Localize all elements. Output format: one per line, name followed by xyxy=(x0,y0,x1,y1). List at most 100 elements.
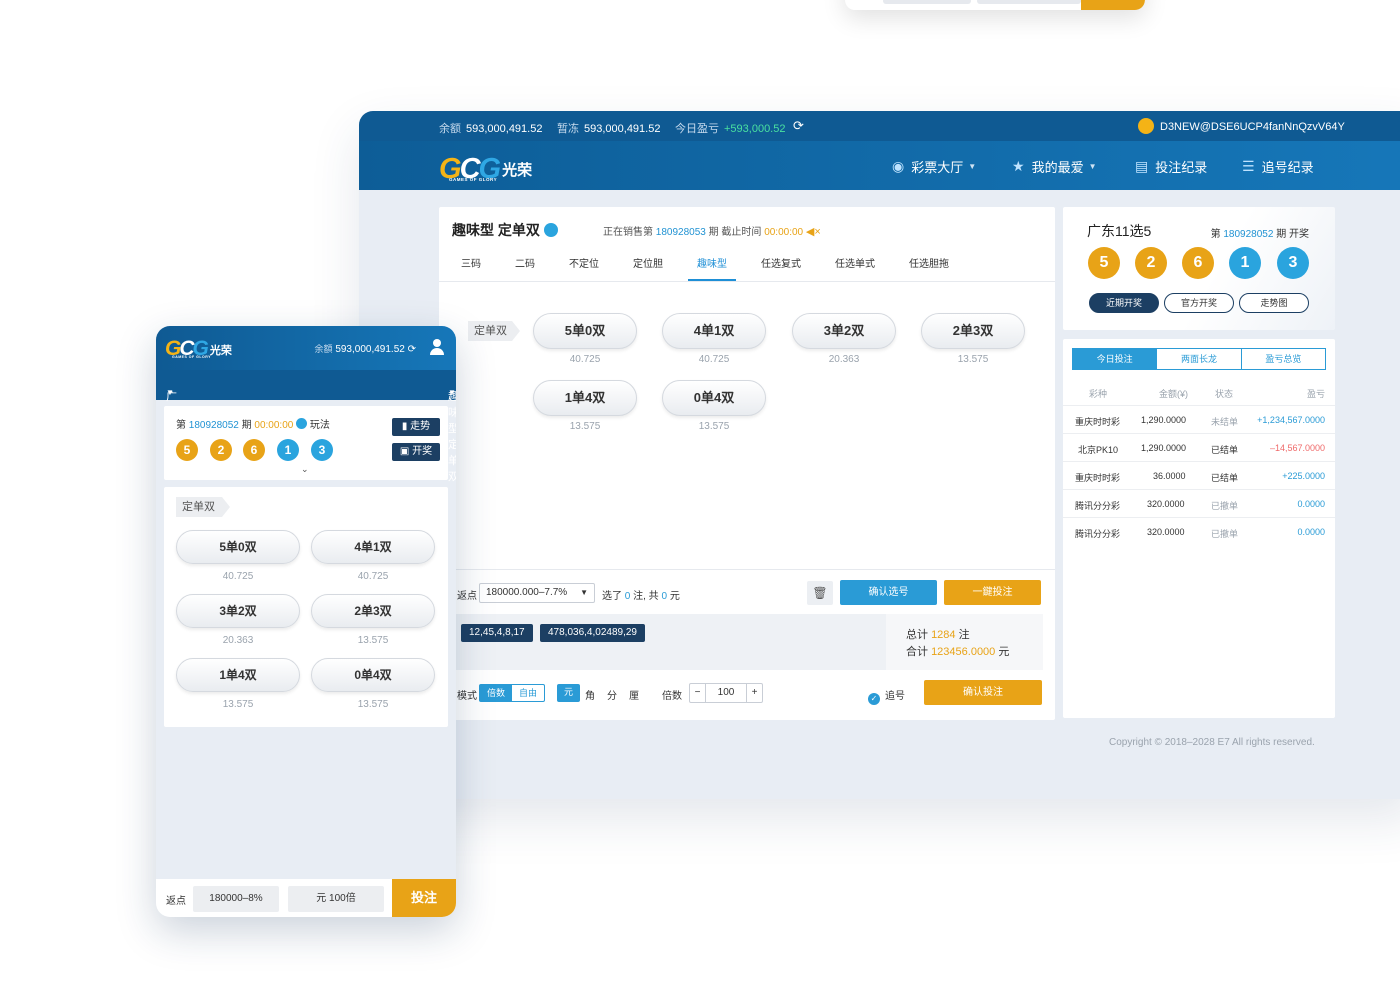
option-odds: 40.725 xyxy=(222,571,254,582)
chase-checkbox[interactable]: ✓ 追号 xyxy=(868,687,905,705)
option-5-odd-0-even[interactable]: 5单0双 xyxy=(533,313,637,349)
user-icon[interactable] xyxy=(429,339,445,355)
trend-chart-button[interactable]: 走势图 xyxy=(1239,293,1309,313)
result-ball: 1 xyxy=(1229,247,1261,279)
brand-logo[interactable]: GCG 光荣 GAMES OF GLORY xyxy=(439,150,532,184)
tab-fun[interactable]: 趣味型 xyxy=(697,255,727,270)
option-2-odd-3-even[interactable]: 2单3双 xyxy=(921,313,1025,349)
frozen-balance: 暂冻 593,000,491.52 xyxy=(557,123,661,135)
balance: 余额 593,000,491.52 xyxy=(439,123,543,135)
rebate-select[interactable]: 180000.000–7.7% ▼ xyxy=(479,583,595,603)
tab-profit-overview[interactable]: 盈亏总览 xyxy=(1242,349,1325,369)
user-avatar-icon xyxy=(1138,118,1154,134)
official-draws-button[interactable]: 官方开奖 xyxy=(1164,293,1234,313)
tab-two-code[interactable]: 二码 xyxy=(515,255,535,270)
trend-button[interactable]: ▮ 走势 xyxy=(392,418,440,436)
tab-today-bets[interactable]: 今日投注 xyxy=(1073,349,1158,369)
unit-jiao[interactable]: 角 xyxy=(585,687,595,702)
option-5-odd-0-even[interactable]: 5单0双 xyxy=(176,530,300,564)
user-menu[interactable]: D3NEW@DSE6UCP4fanNnQzvV64Y xyxy=(1138,118,1345,134)
play-title: 趣味型 定单双 xyxy=(452,220,558,240)
bar-chart-icon: ▮ xyxy=(401,421,408,432)
rebate-select[interactable]: 180000–8% xyxy=(193,886,279,912)
multiplier-stepper[interactable]: − 100 + xyxy=(689,683,763,703)
recent-draws-button[interactable]: 近期开奖 xyxy=(1089,293,1159,313)
option-4-odd-1-even[interactable]: 4单1双 xyxy=(662,313,766,349)
unit-multiplier-select[interactable]: 元 100倍 xyxy=(288,886,384,912)
quick-bet-button[interactable]: 一鍵投注 xyxy=(944,580,1041,605)
plus-icon[interactable]: + xyxy=(746,684,762,702)
unit-li[interactable]: 厘 xyxy=(629,687,639,702)
mobile-subbar: 广东11选5 ▼ 趣味型 定单双 ▼ xyxy=(156,370,456,483)
nav-chase-records[interactable]: ☰ 追号纪录 xyxy=(1242,157,1314,176)
draw-result-panel: 广东11选5 第 180928052 期 开奖 5 2 6 1 3 近期开奖 官… xyxy=(1063,207,1335,330)
sale-status: 正在销售第 180928053 期 截止时间 00:00:00 ◀× xyxy=(603,226,821,238)
table-row[interactable]: 重庆时时彩 1,290.0000 未结单 +1,234,567.0000 xyxy=(1063,406,1335,434)
mobile-draw-info: 第 180928052 期 00:00:00 玩法 5 2 6 1 3 ⌄ ▮ … xyxy=(164,406,448,480)
globe-icon[interactable] xyxy=(543,223,558,237)
nav-favorites[interactable]: ★ 我的最爱 ▼ xyxy=(1012,157,1097,176)
unit-yuan[interactable]: 元 xyxy=(557,684,581,702)
tab-any-single[interactable]: 任选单式 xyxy=(835,255,875,270)
background-card-fragment xyxy=(845,0,1145,10)
option-odds: 20.363 xyxy=(222,635,254,646)
mobile-window: GCG 光荣 GAMES OF GLORY 余額 593,000,491.52 … xyxy=(156,326,456,917)
globe-icon[interactable] xyxy=(296,418,308,429)
tab-unfixed[interactable]: 不定位 xyxy=(569,255,599,270)
result-ball: 2 xyxy=(1135,247,1167,279)
speaker-mute-icon[interactable]: ◀× xyxy=(806,226,821,238)
unit-fen[interactable]: 分 xyxy=(607,687,617,702)
tab-any-drag[interactable]: 任选胆拖 xyxy=(909,255,949,270)
list-icon: ☰ xyxy=(1242,158,1255,174)
option-4-odd-1-even[interactable]: 4单1双 xyxy=(311,530,435,564)
option-2-odd-3-even[interactable]: 2单3双 xyxy=(311,594,435,628)
mode-toggle[interactable]: 倍数 自由 xyxy=(479,684,546,702)
expand-icon[interactable]: ⌄ xyxy=(301,464,309,475)
star-icon: ★ xyxy=(1012,158,1025,174)
tab-any-multi[interactable]: 任选复式 xyxy=(761,255,801,270)
result-ball: 6 xyxy=(243,439,265,461)
tab-streaks[interactable]: 两面长龙 xyxy=(1157,349,1242,369)
option-3-odd-2-even[interactable]: 3单2双 xyxy=(792,313,896,349)
chevron-down-icon: ▼ xyxy=(166,388,174,397)
table-row[interactable]: 腾讯分分彩 320.0000 已撤单 0.0000 xyxy=(1063,490,1335,518)
bet-options-bar: 模式 倍数 自由 元 角 分 厘 倍数 − 100 + ✓ 追号 确认投注 xyxy=(439,677,1055,707)
option-0-odd-4-even[interactable]: 0单4双 xyxy=(662,380,766,416)
group-label: 定单双 xyxy=(176,497,230,517)
tab-three-code[interactable]: 三码 xyxy=(461,255,481,270)
result-ball: 6 xyxy=(1182,247,1214,279)
refresh-icon[interactable]: ⟳ xyxy=(408,344,416,355)
multiplier-label: 倍数 xyxy=(662,691,682,702)
rebate-label: 返点 xyxy=(166,896,186,907)
pick-chip[interactable]: 478,036,4,02489,29 xyxy=(540,624,645,642)
chevron-down-icon: ▼ xyxy=(968,162,977,171)
account-bar: 余额 593,000,491.52 暂冻 593,000,491.52 今日盈亏 +5… xyxy=(359,111,1400,141)
option-1-odd-4-even[interactable]: 1单4双 xyxy=(533,380,637,416)
minus-icon[interactable]: − xyxy=(690,684,706,702)
confirm-pick-button[interactable]: 确认选号 xyxy=(840,580,937,605)
table-row[interactable]: 北京PK10 1,290.0000 已结单 –14,567.0000 xyxy=(1063,434,1335,462)
trash-icon[interactable]: 🗑 xyxy=(807,581,833,605)
pick-chip[interactable]: 12,45,4,8,17 xyxy=(461,624,533,642)
tab-position[interactable]: 定位胆 xyxy=(633,255,663,270)
table-row[interactable]: 腾讯分分彩 320.0000 已撤单 0.0000 xyxy=(1063,518,1335,546)
nav-bet-records[interactable]: ▤ 投注纪录 xyxy=(1135,157,1207,176)
nav-lottery-hall[interactable]: ◉ 彩票大厅 ▼ xyxy=(892,157,976,176)
refresh-icon[interactable]: ⟳ xyxy=(793,118,804,134)
draw-button[interactable]: ▣ 开奖 xyxy=(392,443,440,461)
option-odds: 13.575 xyxy=(357,699,389,710)
option-3-odd-2-even[interactable]: 3单2双 xyxy=(176,594,300,628)
mobile-options-card: 定单双 5单0双 40.725 4单1双 40.725 3单2双 20.363 … xyxy=(164,487,448,727)
confirm-bet-button[interactable]: 确认投注 xyxy=(924,680,1042,705)
option-0-odd-4-even[interactable]: 0单4双 xyxy=(311,658,435,692)
mobile-header: GCG 光荣 GAMES OF GLORY 余額 593,000,491.52 … xyxy=(156,326,456,370)
active-tab-indicator xyxy=(688,279,736,281)
result-ball: 5 xyxy=(176,439,198,461)
option-1-odd-4-even[interactable]: 1单4双 xyxy=(176,658,300,692)
option-odds: 20.363 xyxy=(828,354,860,365)
betting-panel: 趣味型 定单双 正在销售第 180928053 期 截止时间 00:00:00 … xyxy=(439,207,1055,720)
table-row[interactable]: 重庆时时彩 36.0000 已结单 +225.0000 xyxy=(1063,462,1335,490)
bet-button[interactable]: 投注 xyxy=(392,879,456,917)
mobile-issue: 第 180928052 期 00:00:00 玩法 xyxy=(176,418,330,431)
brand-logo[interactable]: GCG 光荣 GAMES OF GLORY xyxy=(165,335,232,359)
